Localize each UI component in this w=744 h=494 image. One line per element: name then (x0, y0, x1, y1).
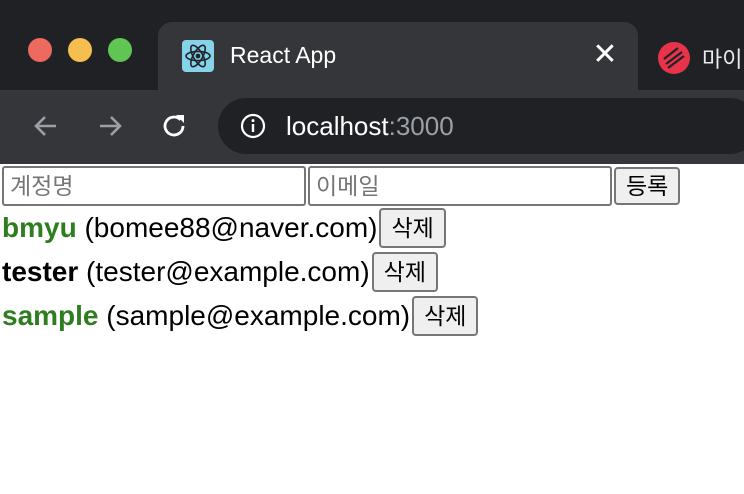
inactive-tab-title: 마이 (702, 47, 743, 72)
tab-react-app[interactable]: React App ✕ (158, 22, 638, 92)
user-email: (sample@example.com) (106, 300, 411, 331)
user-email: (bomee88@naver.com) (84, 212, 378, 243)
site-info-icon[interactable] (240, 113, 266, 139)
browser-toolbar: localhost:3000 (0, 90, 744, 164)
user-form: 등록 (2, 166, 681, 206)
browser-chrome: React App ✕ 마이 localhost:3000 (0, 0, 744, 164)
user-email: (tester@example.com) (86, 256, 370, 287)
delete-button[interactable]: 삭제 (412, 296, 479, 336)
delete-button[interactable]: 삭제 (379, 208, 446, 248)
tab-title: React App (230, 42, 337, 68)
user-name: tester (2, 256, 79, 287)
user-name: bmyu (2, 212, 77, 243)
tab-inactive[interactable]: 마이 (652, 30, 744, 80)
user-name: sample (2, 300, 99, 331)
user-row: sample (sample@example.com) 삭제 (2, 294, 479, 338)
maximize-window-button[interactable] (108, 38, 132, 62)
reload-icon[interactable] (158, 110, 190, 142)
address-bar[interactable]: localhost:3000 (218, 98, 744, 154)
user-row: tester (tester@example.com) 삭제 (2, 250, 438, 294)
back-arrow-icon[interactable] (30, 110, 62, 142)
forward-arrow-icon[interactable] (94, 110, 126, 142)
url-port: :3000 (388, 111, 454, 141)
user-row: bmyu (bomee88@naver.com) 삭제 (2, 206, 446, 250)
email-input[interactable] (308, 166, 612, 206)
url-host: localhost (286, 111, 389, 141)
register-button[interactable]: 등록 (614, 167, 681, 205)
close-window-button[interactable] (28, 38, 52, 62)
react-logo-icon (182, 40, 214, 72)
site-logo-icon (658, 42, 690, 74)
tab-strip: React App ✕ 마이 (0, 0, 744, 92)
username-input[interactable] (2, 166, 306, 206)
close-tab-icon[interactable]: ✕ (590, 40, 620, 70)
page-content: 등록 bmyu (bomee88@naver.com) 삭제 tester (t… (0, 164, 744, 494)
minimize-window-button[interactable] (68, 38, 92, 62)
url-text: localhost:3000 (286, 111, 454, 142)
delete-button[interactable]: 삭제 (371, 252, 438, 292)
